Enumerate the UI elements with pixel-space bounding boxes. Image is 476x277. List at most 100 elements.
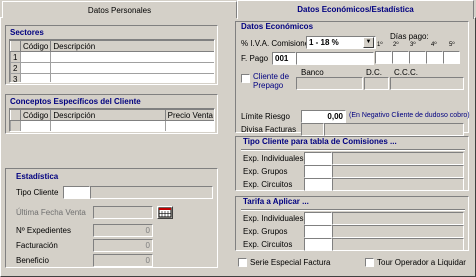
estadistica-title: Estadística <box>16 172 59 181</box>
tab-datos-economicos-label: Datos Económicos/Estadística <box>297 5 414 14</box>
tab-datos-personales-label: Datos Personales <box>87 6 152 15</box>
dia-pago-5-field[interactable] <box>443 51 460 64</box>
tc-exp-circuitos-label: Exp. Circuitos <box>243 180 293 189</box>
tc-exp-circuitos-desc <box>332 178 464 191</box>
tarifa-panel: Tarifa a Aplicar ... Exp. Individuales E… <box>235 196 469 251</box>
sectores-corner <box>10 40 21 52</box>
limite-riesgo-label: Límite Riesgo <box>241 112 290 121</box>
tab-datos-personales[interactable]: Datos Personales <box>2 1 237 18</box>
row-number: 2 <box>10 62 21 74</box>
tarifa-title: Tarifa a Aplicar ... <box>243 197 309 206</box>
tarifa-exp-individuales-field[interactable] <box>304 212 332 225</box>
separator <box>241 149 465 151</box>
fpago-desc-field <box>296 52 374 65</box>
dc-label: D.C. <box>366 68 382 77</box>
conceptos-col-codigo[interactable]: Código <box>19 109 52 121</box>
dias-pago-label: Días pago: <box>390 32 429 41</box>
divisa-code-field <box>301 123 324 136</box>
expedientes-field: 0 <box>93 224 153 237</box>
facturacion-label: Facturación <box>16 241 58 250</box>
datos-economicos-title: Datos Económicos <box>241 22 314 31</box>
tarifa-exp-grupos-field[interactable] <box>304 225 332 238</box>
datos-economicos-panel: Datos Económicos % I.V.A. Comisiones 1 -… <box>235 21 470 136</box>
conceptos-title: Conceptos Específicos del Cliente <box>10 97 141 106</box>
dia-pago-1-field[interactable] <box>375 51 392 64</box>
ccc-label: C.C.C. <box>394 68 418 77</box>
dia-pago-4-field[interactable] <box>426 51 443 64</box>
limite-riesgo-field[interactable]: 0,00 <box>301 110 346 123</box>
tc-exp-grupos-field[interactable] <box>304 165 332 178</box>
tab-datos-economicos[interactable]: Datos Económicos/Estadística <box>237 0 474 19</box>
sectores-title: Sectores <box>10 28 44 37</box>
dias-pago-col-4: 4º <box>431 42 437 48</box>
serie-especial-checkbox[interactable] <box>238 258 247 267</box>
tarifa-exp-circuitos-label: Exp. Circuitos <box>243 240 293 249</box>
tarifa-exp-circuitos-desc <box>332 238 464 251</box>
ccc-field <box>390 77 464 90</box>
table-row[interactable]: 3 <box>10 73 214 82</box>
tarifa-exp-individuales-desc <box>332 212 464 225</box>
tc-exp-circuitos-field[interactable] <box>304 178 332 191</box>
limite-riesgo-note: (En Negativo Cliente de dudoso cobro) <box>349 112 470 119</box>
iva-select-value: 1 - 18 % <box>309 38 339 47</box>
tipo-cliente-desc-field <box>90 186 213 199</box>
table-row[interactable] <box>10 120 214 131</box>
tarifa-exp-grupos-label: Exp. Grupos <box>243 227 288 236</box>
beneficio-label: Beneficio <box>16 256 49 265</box>
banco-field <box>296 77 363 90</box>
fpago-field[interactable]: 001 <box>272 52 296 65</box>
fpago-label: F. Pago <box>241 54 269 63</box>
expedientes-label: Nº Expedientes <box>16 226 71 235</box>
conceptos-col-precio[interactable]: Precio Venta <box>164 109 214 121</box>
estadistica-panel: Estadística Tipo Cliente Última Fecha Ve… <box>5 168 218 268</box>
table-row[interactable]: 1 <box>10 51 214 63</box>
chevron-down-icon[interactable]: ▼ <box>363 37 374 48</box>
serie-especial-label: Serie Especial Factura <box>250 258 331 267</box>
facturacion-field: 0 <box>93 239 153 252</box>
divisa-desc-field <box>324 123 464 136</box>
tipo-cliente-field[interactable] <box>63 186 90 199</box>
calendar-button[interactable] <box>157 206 173 219</box>
tc-exp-individuales-field[interactable] <box>304 152 332 165</box>
iva-label: % I.V.A. Comisiones <box>241 39 314 48</box>
table-row[interactable]: 2 <box>10 62 214 74</box>
calendar-icon <box>158 207 172 218</box>
conceptos-col-descripcion[interactable]: Descripción <box>50 109 166 121</box>
separator <box>241 209 465 211</box>
tarifa-exp-grupos-desc <box>332 225 464 238</box>
row-number: 3 <box>10 73 21 82</box>
tour-operador-checkbox[interactable] <box>365 258 374 267</box>
tc-exp-individuales-label: Exp. Individuales <box>243 154 304 163</box>
prepago-label: Cliente de Prepago <box>253 72 290 90</box>
tarifa-exp-individuales-label: Exp. Individuales <box>243 214 304 223</box>
tour-operador-label: Tour Operador a Liquidar <box>377 258 466 267</box>
ultima-fecha-label: Última Fecha Venta <box>16 208 86 217</box>
dias-pago-col-1: 1º <box>377 42 383 48</box>
dias-pago-col-5: 5º <box>449 42 455 48</box>
ultima-fecha-field <box>93 206 153 219</box>
prepago-checkbox[interactable] <box>241 74 250 83</box>
tarifa-exp-circuitos-field[interactable] <box>304 238 332 251</box>
dc-field <box>364 77 389 90</box>
tipo-cliente-label: Tipo Cliente <box>16 188 59 197</box>
beneficio-field: 0 <box>93 254 153 267</box>
sectores-col-codigo[interactable]: Código <box>19 40 52 52</box>
conceptos-corner <box>10 109 21 121</box>
sectores-grid[interactable]: Código Descripción 1 2 3 <box>9 39 215 83</box>
tipo-cliente-comisiones-panel: Tipo Cliente para tabla de Comisiones ..… <box>235 136 469 191</box>
banco-label: Banco <box>301 68 324 77</box>
tc-exp-grupos-desc <box>332 165 464 178</box>
sectores-col-descripcion[interactable]: Descripción <box>50 40 214 52</box>
conceptos-grid[interactable]: Código Descripción Precio Venta <box>9 108 215 132</box>
dia-pago-3-field[interactable] <box>409 51 426 64</box>
sectores-panel: Sectores Código Descripción 1 2 3 <box>5 25 218 85</box>
dia-pago-2-field[interactable] <box>392 51 409 64</box>
tipo-cliente-comisiones-title: Tipo Cliente para tabla de Comisiones ..… <box>243 137 397 146</box>
dias-pago-col-3: 3º <box>410 42 416 48</box>
dias-pago-col-2: 2º <box>393 42 399 48</box>
divisa-label: Divisa Facturas <box>241 125 297 134</box>
tc-exp-grupos-label: Exp. Grupos <box>243 167 288 176</box>
tc-exp-individuales-desc <box>332 152 464 165</box>
row-number: 1 <box>10 51 21 63</box>
conceptos-panel: Conceptos Específicos del Cliente Código… <box>5 94 218 134</box>
